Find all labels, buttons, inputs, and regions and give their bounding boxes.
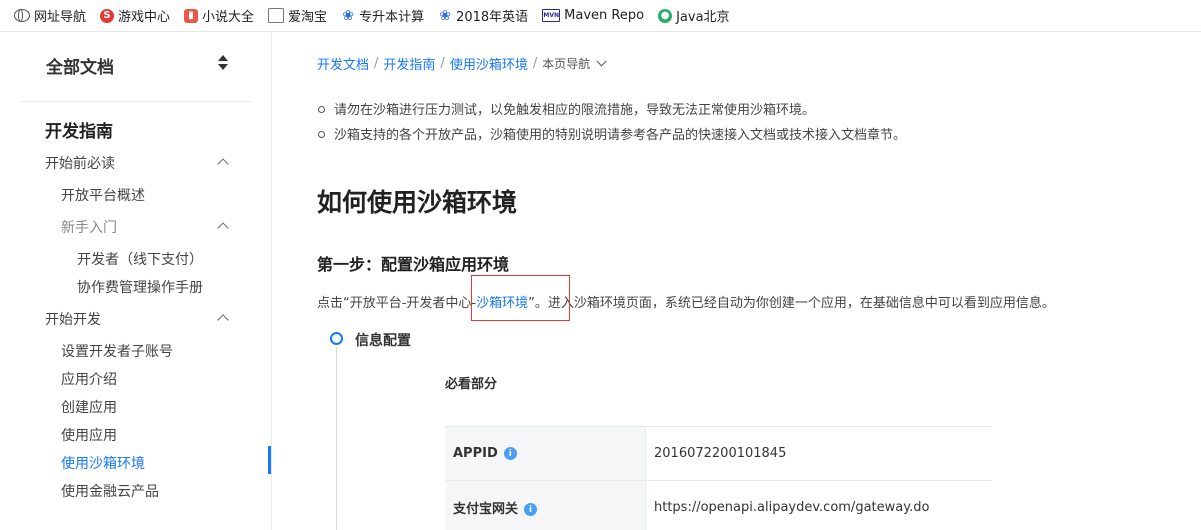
- bookmarks-bar: 网址导航 S 游戏中心 ▮ 小说大全 爱淘宝 ❀ 专升本计算 ❀ 2018年英语…: [0, 0, 1201, 32]
- sidebar-item-before-start[interactable]: 开始前必读: [45, 153, 115, 173]
- table-row: APPID i 2016072200101845: [445, 426, 991, 481]
- bookmark-label: 爱淘宝: [288, 10, 328, 25]
- para-text-after: ”。进入沙箱环境页面，系统已经自动为你创建一个应用，在基础信息中可以看到应用信息…: [528, 296, 1055, 311]
- sidebar-item-start-dev[interactable]: 开始开发: [45, 309, 101, 329]
- section-title: 如何使用沙箱环境: [317, 188, 518, 217]
- sidebar-item-fee-manual[interactable]: 协作费管理操作手册: [77, 277, 203, 297]
- gateway-label: 支付宝网关: [453, 502, 519, 517]
- chevron-up-icon[interactable]: [217, 222, 229, 234]
- breadcrumb-sandbox[interactable]: 使用沙箱环境: [450, 54, 528, 73]
- novel-icon: ▮: [184, 8, 199, 23]
- bookmark-maven[interactable]: MVN Maven Repo: [542, 4, 644, 28]
- sidebar-item-sandbox[interactable]: 使用沙箱环境: [61, 453, 145, 473]
- globe-icon: [14, 9, 30, 22]
- sidebar-item-use-app[interactable]: 使用应用: [61, 425, 117, 445]
- appid-label: APPID: [453, 446, 498, 461]
- step-title: 第一步：配置沙箱应用环境: [317, 255, 510, 274]
- bookmark-label: 游戏中心: [118, 10, 171, 25]
- sidebar-item-beginner[interactable]: 新手入门: [61, 217, 117, 237]
- breadcrumb-separator: /: [440, 56, 445, 71]
- all-docs-selector[interactable]: 全部文档: [46, 53, 114, 78]
- highlight-box: [471, 275, 570, 321]
- sidebar-item-sub-account[interactable]: 设置开发者子账号: [61, 341, 173, 361]
- bookmark-java-beijing[interactable]: ● Java北京: [658, 4, 730, 28]
- table-value: https://openapi.alipaydev.com/gateway.do: [645, 480, 991, 530]
- main-content: 开发文档 / 开发指南 / 使用沙箱环境 / 本页导航 请勿在沙箱进行压力测试，…: [272, 33, 1201, 530]
- bookmark-label: Java北京: [676, 10, 730, 25]
- divider: [20, 101, 252, 102]
- wechat-icon: ●: [658, 8, 673, 23]
- instruction-paragraph: 点击“开放平台-开发者中心-沙箱环境”。进入沙箱环境页面，系统已经自动为你创建一…: [317, 292, 1055, 311]
- list-item: 请勿在沙箱进行压力测试，以免触发相应的限流措施，导致无法正常使用沙箱环境。: [317, 99, 815, 118]
- para-text-before: 点击“开放平台-开发者中心-: [317, 296, 477, 311]
- game-icon: S: [100, 8, 115, 23]
- must-read-label: 必看部分: [445, 377, 498, 392]
- bookmark-english[interactable]: ❀ 2018年英语: [438, 4, 528, 28]
- info-icon[interactable]: i: [524, 503, 538, 516]
- sidebar-item-developer-offline[interactable]: 开发者（线下支付）: [77, 249, 203, 269]
- bookmark-game[interactable]: S 游戏中心: [100, 4, 170, 28]
- info-table: APPID i 2016072200101845 支付宝网关 i https://o…: [445, 426, 991, 530]
- breadcrumb-dev-docs[interactable]: 开发文档: [317, 54, 369, 73]
- list-item: 沙箱支持的各个开放产品，沙箱使用的特别说明请参考各产品的快速接入文档或技术接入文…: [317, 124, 906, 143]
- breadcrumb-dev-guide[interactable]: 开发指南: [383, 54, 435, 73]
- bookmark-novel[interactable]: ▮ 小说大全: [184, 4, 254, 28]
- sidebar-heading: 开发指南: [45, 122, 113, 142]
- maven-icon: MVN: [542, 9, 561, 22]
- bookmark-taobao[interactable]: 爱淘宝: [268, 4, 327, 28]
- paw-icon: ❀: [439, 7, 451, 24]
- info-icon[interactable]: i: [503, 447, 517, 460]
- sidebar-item-app-intro[interactable]: 应用介绍: [61, 369, 117, 389]
- bookmark-zhuanshengben[interactable]: ❀ 专升本计算: [341, 4, 424, 28]
- bookmark-wangzhi[interactable]: 网址导航: [14, 4, 86, 28]
- active-indicator: [268, 446, 271, 474]
- sort-updown-icon[interactable]: [218, 55, 228, 71]
- timeline-step-label: 信息配置: [355, 333, 411, 349]
- breadcrumb-separator: /: [374, 56, 379, 71]
- bookmark-label: 小说大全: [202, 10, 255, 25]
- breadcrumb-separator: /: [532, 56, 538, 71]
- timeline-line: [336, 347, 337, 530]
- table-value: 2016072200101845: [645, 426, 991, 481]
- doc-sidebar: 全部文档 开发指南 开始前必读 开放平台概述 新手入门 开发者（线下支付） 协作…: [0, 33, 272, 530]
- document-icon: [268, 8, 285, 23]
- bookmark-label: 网址导航: [34, 10, 87, 25]
- bookmark-label: 2018年英语: [456, 10, 529, 25]
- sidebar-item-create-app[interactable]: 创建应用: [61, 397, 117, 417]
- table-key: 支付宝网关 i: [445, 480, 646, 530]
- chevron-up-icon[interactable]: [217, 158, 229, 170]
- paw-icon: ❀: [342, 7, 354, 24]
- breadcrumb: 开发文档 / 开发指南 / 使用沙箱环境 / 本页导航: [317, 54, 612, 73]
- timeline-dot-icon: [330, 332, 343, 345]
- chevron-down-icon[interactable]: [596, 56, 607, 67]
- bookmark-label: 专升本计算: [359, 10, 425, 25]
- chevron-up-icon[interactable]: [217, 314, 229, 326]
- table-key: APPID i: [445, 426, 646, 481]
- table-row: 支付宝网关 i https://openapi.alipaydev.com/gat…: [445, 480, 991, 530]
- sidebar-item-overview[interactable]: 开放平台概述: [61, 185, 145, 205]
- bookmark-label: Maven Repo: [564, 8, 645, 23]
- page-nav-dropdown[interactable]: 本页导航: [542, 55, 590, 72]
- sidebar-item-finance-cloud[interactable]: 使用金融云产品: [61, 481, 159, 501]
